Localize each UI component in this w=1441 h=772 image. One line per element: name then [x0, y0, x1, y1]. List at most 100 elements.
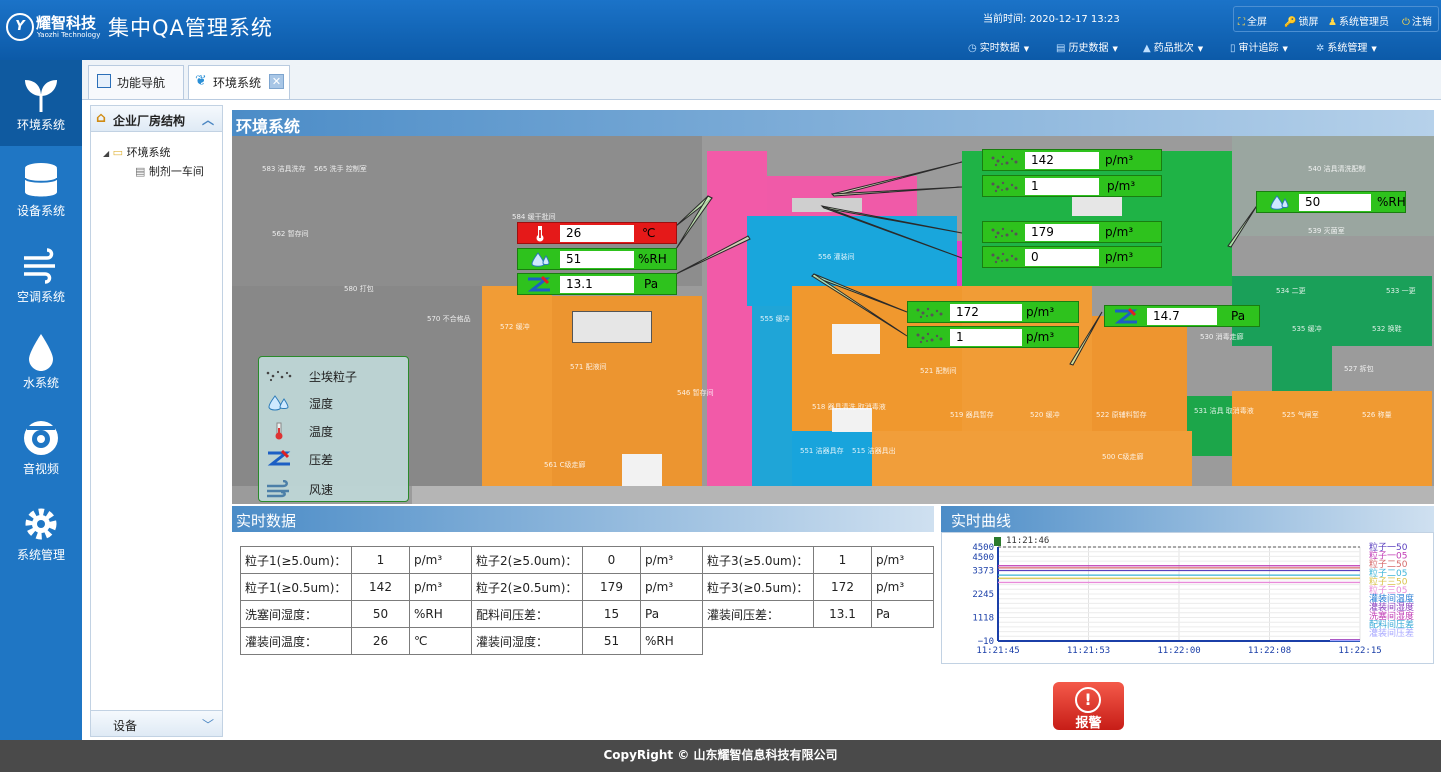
- sensor-dust[interactable]: 142 p/m³: [982, 149, 1162, 171]
- sidebar-item-water[interactable]: 水系统: [0, 318, 82, 404]
- sensor-temperature[interactable]: 26 ℃: [517, 222, 677, 244]
- legend-item: 湿度: [265, 392, 405, 414]
- tree-footer[interactable]: 设备 ﹀: [91, 710, 222, 736]
- flask-icon: ▲: [1143, 43, 1151, 54]
- main-title: 环境系统: [232, 110, 1434, 136]
- legend: 尘埃粒子 湿度 温度 压差 风速: [258, 356, 409, 502]
- fullscreen-button[interactable]: ⛶ 全屏: [1238, 13, 1267, 28]
- thermometer-icon: [536, 226, 544, 242]
- chevron-down-icon: ▼: [1371, 45, 1377, 53]
- legend-item: 风速: [265, 478, 405, 500]
- tree-node-workshop[interactable]: ▤ 制剂一车间: [135, 163, 204, 179]
- home-icon: ⌂: [96, 110, 107, 126]
- alert-icon: !: [1075, 687, 1101, 713]
- y-tick-label: 1118: [972, 613, 994, 623]
- cursor-time-label: 11:21:46: [1006, 536, 1049, 546]
- tab-bar: 功能导航 ❦ 环境系统 ✕: [82, 60, 1441, 100]
- nav-icon: [97, 74, 111, 88]
- sidebar-item-av[interactable]: 音视频: [0, 404, 82, 490]
- y-tick-label: 4500: [972, 543, 994, 553]
- logout-icon: ⏻: [1402, 17, 1410, 28]
- table-row: 灌装间温度： 26 ℃ 灌装间湿度： 51 %RH: [240, 627, 934, 655]
- tab-function-nav[interactable]: 功能导航: [88, 65, 184, 99]
- realtime-table: 粒子1(≥5.0um)： 1 p/m³ 粒子2(≥5.0um)： 0 p/m³ 粒子3(…: [240, 546, 934, 655]
- humidity-icon: [1270, 195, 1289, 210]
- pressure-icon: [267, 450, 291, 466]
- sensor-dust[interactable]: 1 p/m³: [982, 175, 1162, 197]
- fullscreen-icon: ⛶: [1238, 17, 1245, 28]
- sensor-humidity[interactable]: 51 %RH: [517, 248, 677, 270]
- menu-history[interactable]: ▤ 历史数据 ▼: [1056, 39, 1118, 54]
- sensor-dust[interactable]: 172 p/m³: [907, 301, 1079, 323]
- x-tick-label: 11:22:08: [1248, 646, 1291, 656]
- collapse-icon[interactable]: ︿: [202, 111, 214, 128]
- expand-icon: ﹀: [201, 718, 214, 732]
- logo-icon: Y: [6, 13, 34, 41]
- user-button[interactable]: ♟ 系统管理员: [1328, 13, 1389, 28]
- pressure-icon: [1114, 308, 1138, 324]
- dust-icon: [991, 181, 1018, 193]
- menu-batch[interactable]: ▲ 药品批次 ▼: [1143, 39, 1203, 54]
- sensor-pressure[interactable]: 14.7 Pa: [1104, 305, 1260, 327]
- current-time: 当前时间: 2020-12-17 13:23: [983, 14, 1120, 25]
- dust-icon: [916, 307, 943, 319]
- close-icon[interactable]: ✕: [269, 74, 284, 89]
- user-icon: ♟: [1328, 17, 1337, 28]
- x-tick-label: 11:22:00: [1157, 646, 1200, 656]
- realtime-header: 实时数据: [232, 506, 934, 532]
- document-icon: ▯: [1230, 43, 1236, 54]
- company-name-en: Yaozhi Technology: [37, 31, 101, 39]
- sidebar-item-system[interactable]: 系统管理: [0, 490, 82, 576]
- chart-svg: 45004500337322451118−1011:21:45 11:21:53 1…: [972, 536, 1414, 656]
- logout-button[interactable]: ⏻ 注销: [1402, 13, 1432, 28]
- dust-icon: [991, 227, 1018, 239]
- sensor-dust[interactable]: 1 p/m³: [907, 326, 1079, 348]
- chevron-down-icon: ▼: [1197, 45, 1204, 53]
- menu-system[interactable]: ✲ 系统管理 ▼: [1316, 39, 1377, 54]
- menu-audit[interactable]: ▯ 审计追踪 ▼: [1230, 39, 1288, 54]
- gears-icon: ✲: [1316, 43, 1325, 54]
- tree-header: ⌂ 企业厂房结构 ︿: [91, 106, 222, 132]
- y-tick-label: 3373: [972, 566, 994, 576]
- wind-speed-icon: [267, 480, 289, 498]
- legend-item: 压差: [265, 448, 405, 470]
- humidity-icon: [531, 252, 550, 267]
- folder-icon: ▤: [1056, 43, 1066, 54]
- x-tick-label: 11:21:45: [976, 646, 1019, 656]
- y-tick-label: 2245: [972, 590, 994, 600]
- chart-legend-label: 灌装间压差: [1369, 627, 1414, 639]
- database-icon: [24, 163, 58, 197]
- chevron-down-icon: ▼: [1023, 45, 1030, 53]
- sensor-humidity[interactable]: 50 %RH: [1256, 191, 1406, 213]
- tree-node-root[interactable]: ◢ ▭ 环境系统: [103, 144, 171, 160]
- cursor-marker: [994, 537, 1001, 546]
- lock-screen-button[interactable]: 🔑 锁屏: [1284, 13, 1318, 28]
- sidebar-item-hvac[interactable]: 空调系统: [0, 232, 82, 318]
- company-name: 耀智科技: [36, 14, 97, 32]
- footer-copyright: CopyRight © 山东耀智信息科技有限公司: [0, 740, 1441, 772]
- gear-icon: [25, 508, 57, 540]
- legend-item: 温度: [265, 420, 405, 442]
- menu-realtime[interactable]: ◷ 实时数据 ▼: [968, 39, 1029, 54]
- sensor-pressure[interactable]: 13.1 Pa: [517, 273, 677, 295]
- tab-environment[interactable]: ❦ 环境系统 ✕: [188, 65, 290, 99]
- x-tick-label: 11:21:53: [1067, 646, 1110, 656]
- chevron-down-icon: ▼: [1282, 45, 1288, 53]
- tree-panel: ⌂ 企业厂房结构 ︿ ◢ ▭ 环境系统 ▤ 制剂一车间 设备 ﹀: [90, 105, 223, 737]
- clock-icon: ◷: [968, 43, 977, 54]
- wind-icon: [24, 248, 55, 284]
- sidebar-item-equipment[interactable]: 设备系统: [0, 146, 82, 232]
- expand-icon: ◢: [103, 149, 110, 158]
- sensor-dust[interactable]: 0 p/m³: [982, 246, 1162, 268]
- sensor-dust[interactable]: 179 p/m³: [982, 221, 1162, 243]
- thermometer-icon: [275, 422, 283, 440]
- top-toolbar: ⛶ 全屏 🔑 锁屏 ♟ 系统管理员 ⏻ 注销: [1233, 6, 1439, 32]
- sprout-icon: ❦: [195, 73, 207, 89]
- table-row: 洗塞间湿度： 50 %RH 配料间压差： 15 Pa 灌装间压差： 13.1 Pa: [240, 600, 934, 628]
- dust-icon: [991, 252, 1018, 264]
- sidebar-item-environment[interactable]: 环境系统: [0, 60, 82, 146]
- alarm-button[interactable]: ! 报警: [1053, 682, 1124, 731]
- folder-icon: ▭: [112, 146, 124, 159]
- legend-item: 尘埃粒子: [265, 365, 405, 387]
- realtime-chart: 4500 4500 3373 2245 1118 −10 11:21:45 11:21:53 1…: [941, 532, 1434, 664]
